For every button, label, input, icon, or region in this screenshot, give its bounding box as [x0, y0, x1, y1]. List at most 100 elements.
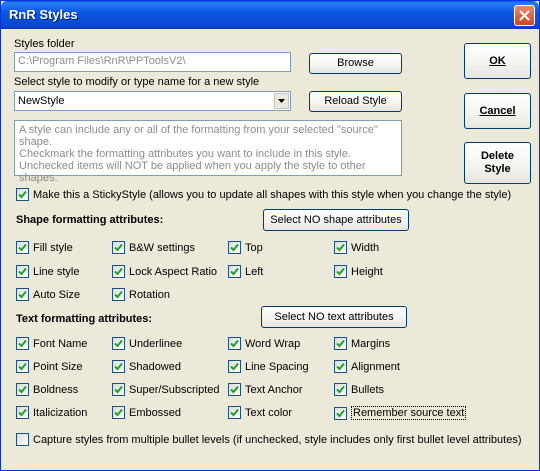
text-section-title: Text formatting attributes: — [16, 313, 153, 325]
checkbox-auto-size[interactable]: Auto Size — [16, 288, 80, 301]
delete-label: Style — [484, 163, 511, 175]
style-select-combo[interactable]: NewStyle — [14, 91, 291, 111]
checkbox-width[interactable]: Width — [334, 241, 379, 254]
title-bar[interactable]: RnR Styles — [1, 1, 539, 29]
checkbox-underlinee[interactable]: Underlinee — [112, 337, 182, 350]
checkmark-icon — [114, 339, 123, 348]
checkbox-top[interactable]: Top — [228, 241, 263, 254]
checkbox-embossed[interactable]: Embossed — [112, 406, 181, 419]
checkbox-label: Left — [245, 265, 264, 278]
checkbox-box[interactable] — [16, 337, 29, 350]
styles-folder-field[interactable]: C:\Program Files\RnR\PPToolsV2\ — [14, 52, 291, 72]
sticky-style-checkbox[interactable]: Make this a StickyStyle (allows you to u… — [16, 188, 511, 201]
checkbox-font-name[interactable]: Font Name — [16, 337, 87, 350]
checkmark-icon — [230, 385, 239, 394]
checkbox-box[interactable] — [228, 241, 241, 254]
checkbox-box[interactable] — [334, 241, 347, 254]
checkbox-box[interactable] — [334, 265, 347, 278]
rnr-styles-dialog: RnR Styles Styles folder C:\Program File… — [0, 0, 540, 471]
checkbox-box[interactable] — [334, 406, 347, 420]
reload-style-button[interactable]: Reload Style — [309, 91, 402, 112]
checkbox-box[interactable] — [16, 188, 29, 201]
checkbox-super-subscripted[interactable]: Super/Subscripted — [112, 383, 220, 396]
ok-button[interactable]: OK — [464, 43, 531, 79]
styles-folder-label: Styles folder — [14, 38, 75, 50]
checkbox-box[interactable] — [112, 288, 125, 301]
checkbox-remember-source-text[interactable]: Remember source text — [334, 406, 467, 420]
close-icon — [519, 10, 530, 21]
checkbox-box[interactable] — [16, 406, 29, 419]
checkbox-line-style[interactable]: Line style — [16, 265, 79, 278]
checkmark-icon — [114, 290, 123, 299]
checkmark-icon — [336, 243, 345, 252]
checkbox-point-size[interactable]: Point Size — [16, 360, 83, 373]
checkbox-bandw-settings[interactable]: B&W settings — [112, 241, 195, 254]
checkbox-text-anchor[interactable]: Text Anchor — [228, 383, 302, 396]
checkbox-box[interactable] — [16, 288, 29, 301]
style-select-dropdown-button[interactable] — [274, 93, 289, 109]
checkbox-bullets[interactable]: Bullets — [334, 383, 384, 396]
checkbox-box[interactable] — [16, 360, 29, 373]
checkbox-word-wrap[interactable]: Word Wrap — [228, 337, 300, 350]
delete-style-button[interactable]: Delete Style — [464, 142, 531, 184]
checkmark-icon — [336, 362, 345, 371]
browse-button[interactable]: Browse — [309, 53, 402, 74]
checkbox-label: B&W settings — [129, 241, 196, 254]
select-no-text-attributes-button[interactable]: Select NO text attributes — [261, 306, 407, 328]
checkbox-box[interactable] — [334, 383, 347, 396]
checkbox-label: Super/Subscripted — [129, 383, 220, 396]
checkbox-box[interactable] — [334, 360, 347, 373]
checkbox-box[interactable] — [16, 241, 29, 254]
checkbox-label: Boldness — [33, 383, 79, 396]
checkbox-label: Auto Size — [33, 288, 81, 301]
delete-label: Delete — [480, 150, 515, 162]
checkmark-icon — [114, 267, 123, 276]
checkbox-line-spacing[interactable]: Line Spacing — [228, 360, 309, 373]
checkmark-icon — [18, 408, 27, 417]
checkbox-text-color[interactable]: Text color — [228, 406, 292, 419]
checkmark-icon — [230, 243, 239, 252]
checkbox-box[interactable] — [112, 406, 125, 419]
checkbox-box[interactable] — [112, 241, 125, 254]
checkbox-alignment[interactable]: Alignment — [334, 360, 400, 373]
checkbox-label: Italicization — [33, 406, 88, 419]
close-button[interactable] — [514, 5, 535, 26]
checkbox-box[interactable] — [16, 265, 29, 278]
checkmark-icon — [336, 339, 345, 348]
checkbox-box[interactable] — [112, 337, 125, 350]
checkbox-fill-style[interactable]: Fill style — [16, 241, 73, 254]
checkbox-shadowed[interactable]: Shadowed — [112, 360, 181, 373]
checkbox-box[interactable] — [228, 383, 241, 396]
checkmark-icon — [336, 267, 345, 276]
checkbox-box[interactable] — [228, 406, 241, 419]
checkbox-label: Text color — [245, 406, 293, 419]
checkbox-rotation[interactable]: Rotation — [112, 288, 170, 301]
checkbox-box[interactable] — [112, 383, 125, 396]
checkbox-margins[interactable]: Margins — [334, 337, 390, 350]
checkbox-box[interactable] — [16, 433, 29, 446]
checkbox-boldness[interactable]: Boldness — [16, 383, 78, 396]
shape-section-title: Shape formatting attributes: — [16, 214, 164, 226]
checkmark-icon — [114, 362, 123, 371]
checkbox-label: Embossed — [129, 406, 181, 419]
description-box: A style can include any or all of the fo… — [14, 120, 402, 184]
checkmark-icon — [336, 409, 345, 417]
description-line: Checkmark the formatting attributes you … — [19, 148, 351, 160]
bullet-levels-checkbox[interactable]: Capture styles from multiple bullet leve… — [16, 433, 522, 446]
checkbox-box[interactable] — [334, 337, 347, 350]
checkbox-box[interactable] — [112, 265, 125, 278]
cancel-button[interactable]: Cancel — [464, 93, 531, 129]
checkbox-label: Fill style — [33, 241, 73, 254]
checkbox-box[interactable] — [228, 337, 241, 350]
checkmark-icon — [114, 385, 123, 394]
checkbox-height[interactable]: Height — [334, 265, 383, 278]
checkbox-italicization[interactable]: Italicization — [16, 406, 87, 419]
checkbox-lock-aspect-ratio[interactable]: Lock Aspect Ratio — [112, 265, 217, 278]
checkbox-box[interactable] — [16, 383, 29, 396]
checkbox-label: Line Spacing — [245, 360, 309, 373]
select-no-shape-attributes-button[interactable]: Select NO shape attributes — [263, 209, 409, 231]
checkbox-box[interactable] — [228, 265, 241, 278]
checkbox-left[interactable]: Left — [228, 265, 263, 278]
checkbox-box[interactable] — [112, 360, 125, 373]
checkbox-box[interactable] — [228, 360, 241, 373]
